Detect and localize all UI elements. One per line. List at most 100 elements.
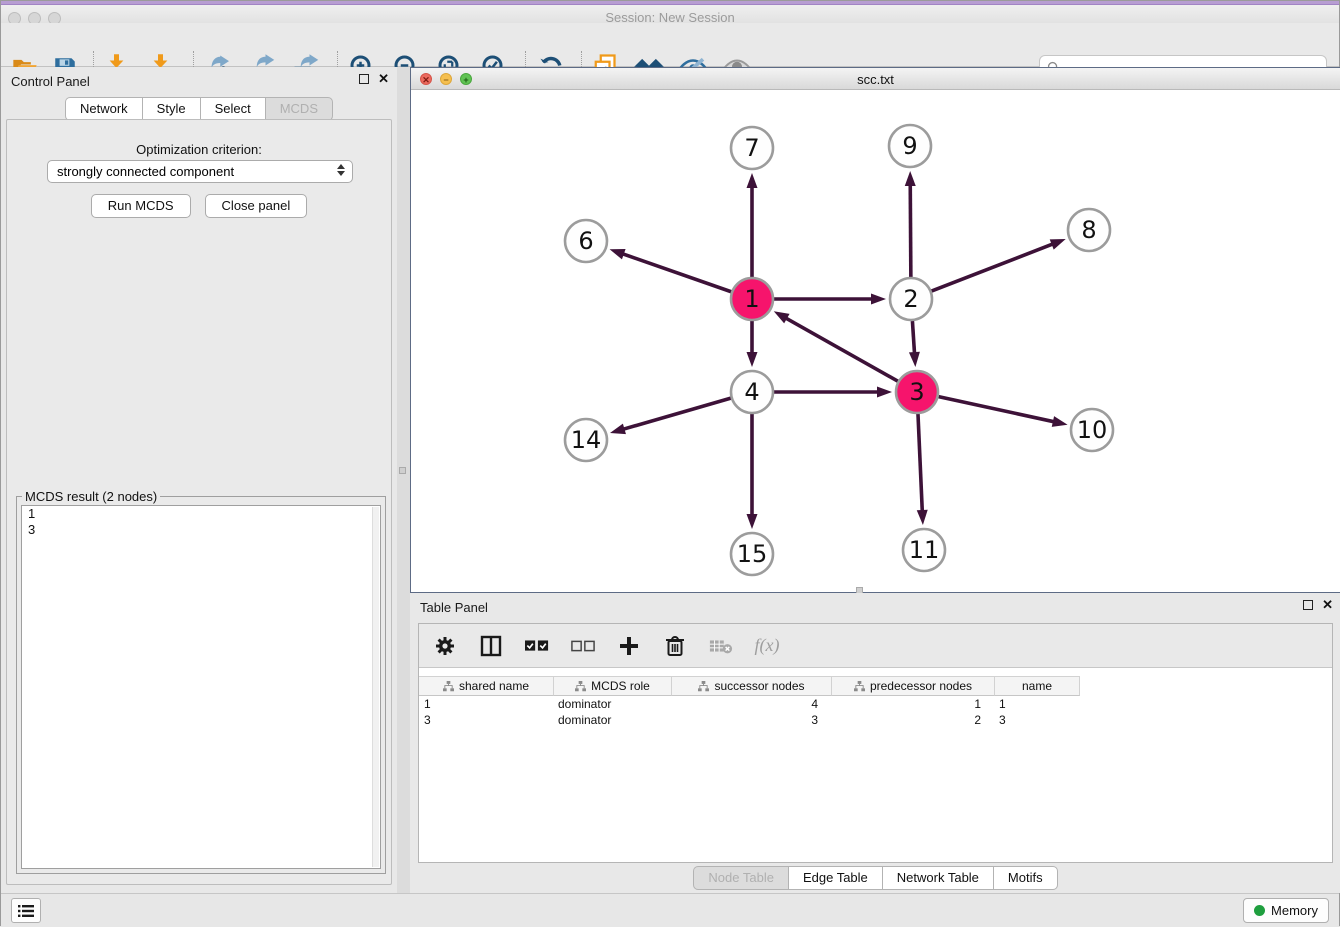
clear-checkboxes-icon[interactable] (571, 634, 595, 658)
table-cell: 1 (995, 696, 1080, 712)
edge-arrowhead-icon (1050, 239, 1066, 250)
memory-status-icon (1254, 905, 1265, 916)
float-panel-icon[interactable] (359, 74, 369, 84)
mcds-result-list[interactable]: 1 3 (21, 505, 381, 869)
tab-edge-table[interactable]: Edge Table (788, 866, 882, 890)
sort-hierarchy-icon (698, 681, 709, 692)
tab-network-table[interactable]: Network Table (882, 866, 993, 890)
mcds-result-groupbox: MCDS result (2 nodes) 1 3 (16, 496, 386, 874)
gear-icon[interactable] (433, 634, 457, 658)
main-toolbar (1, 23, 1339, 67)
list-icon (18, 904, 34, 918)
table-cell: 3 (672, 712, 832, 728)
close-panel-icon[interactable]: ✕ (378, 74, 389, 84)
network-window-titlebar[interactable]: ✕ − + scc.txt (411, 68, 1340, 90)
optimization-criterion-select[interactable]: strongly connected component (47, 160, 353, 183)
table-cell: 3 (995, 712, 1080, 728)
tab-network[interactable]: Network (65, 97, 142, 121)
node-label: 10 (1077, 416, 1108, 444)
column-label: predecessor nodes (870, 679, 972, 693)
node-label: 2 (903, 285, 918, 313)
table-cell: 3 (419, 712, 554, 728)
tab-mcds[interactable]: MCDS (265, 97, 333, 121)
column-header-MCDS-role[interactable]: MCDS role (554, 676, 672, 696)
select-all-checkboxes-icon[interactable] (525, 634, 549, 658)
edge-arrowhead-icon (909, 352, 920, 367)
float-panel-icon[interactable] (1303, 600, 1313, 610)
node-label: 1 (744, 285, 759, 313)
graph-edge-3-10[interactable] (938, 397, 1054, 422)
edge-arrowhead-icon (747, 514, 758, 529)
table-row[interactable]: 3dominator323 (419, 712, 1332, 728)
table-row[interactable]: 1dominator411 (419, 696, 1332, 712)
edge-arrowhead-icon (871, 294, 886, 305)
network-graph-canvas[interactable]: 7968124314101511 (411, 90, 1340, 592)
function-builder-icon[interactable]: f(x) (755, 634, 779, 658)
graph-edge-4-14[interactable] (623, 398, 731, 429)
close-panel-icon[interactable]: ✕ (1322, 600, 1333, 610)
edge-arrowhead-icon (747, 173, 758, 188)
sort-hierarchy-icon (443, 681, 454, 692)
close-panel-button[interactable]: Close panel (205, 194, 308, 218)
node-table-box: f(x) shared name MCDS role successor nodes… (418, 623, 1333, 863)
table-toolbar: f(x) (419, 624, 1332, 668)
node-label: 15 (737, 540, 768, 568)
main-titlebar: Session: New Session (1, 5, 1339, 23)
column-label: MCDS role (591, 679, 650, 693)
edge-arrowhead-icon (877, 387, 892, 398)
graph-edge-3-1[interactable] (785, 318, 898, 382)
select-stepper-icon (337, 164, 345, 176)
node-label: 7 (744, 134, 759, 162)
network-view-window: ✕ − + scc.txt 7968124314101511 (410, 67, 1340, 593)
delete-column-icon[interactable] (663, 634, 687, 658)
edge-arrowhead-icon (747, 352, 758, 367)
tab-select[interactable]: Select (200, 97, 265, 121)
mcds-panel-body: Optimization criterion: strongly connect… (6, 119, 392, 885)
table-cell: 1 (832, 696, 995, 712)
graph-edge-1-6[interactable] (622, 254, 731, 292)
memory-button[interactable]: Memory (1243, 898, 1329, 923)
column-header-name[interactable]: name (995, 676, 1080, 696)
graph-edge-3-11[interactable] (918, 414, 922, 512)
edge-arrowhead-icon (905, 171, 916, 186)
column-label: successor nodes (714, 679, 804, 693)
delete-table-icon[interactable] (709, 634, 733, 658)
table-panel-title: Table Panel (420, 600, 488, 615)
optimization-criterion-value: strongly connected component (57, 164, 234, 179)
divider-handle[interactable] (399, 467, 406, 474)
graph-edge-2-3[interactable] (912, 321, 914, 354)
node-label: 9 (902, 132, 917, 160)
application-window: Session: New Session (0, 0, 1340, 926)
network-title: scc.txt (411, 72, 1340, 87)
list-item[interactable]: 1 (22, 506, 380, 522)
graph-edge-2-9[interactable] (910, 184, 911, 277)
tab-node-table[interactable]: Node Table (693, 866, 788, 890)
tab-style[interactable]: Style (142, 97, 200, 121)
node-table: shared name MCDS role successor nodes prede… (419, 676, 1332, 862)
graph-edge-2-8[interactable] (932, 244, 1054, 291)
tab-motifs[interactable]: Motifs (993, 866, 1058, 890)
sort-hierarchy-icon (575, 681, 586, 692)
column-header-predecessor-nodes[interactable]: predecessor nodes (832, 676, 995, 696)
status-bar: Memory (1, 893, 1339, 927)
edge-arrowhead-icon (610, 249, 626, 259)
node-label: 4 (744, 378, 759, 406)
list-item[interactable]: 3 (22, 522, 380, 538)
split-column-icon[interactable] (479, 634, 503, 658)
column-header-shared-name[interactable]: shared name (419, 676, 554, 696)
task-history-button[interactable] (11, 898, 41, 923)
column-header-successor-nodes[interactable]: successor nodes (672, 676, 832, 696)
panel-divider[interactable] (397, 67, 410, 893)
add-column-icon[interactable] (617, 634, 641, 658)
memory-label: Memory (1271, 903, 1318, 918)
mcds-result-title: MCDS result (2 nodes) (22, 489, 160, 504)
table-cell: 2 (832, 712, 995, 728)
sort-hierarchy-icon (854, 681, 865, 692)
edge-arrowhead-icon (1052, 416, 1068, 427)
column-label: name (1022, 679, 1052, 693)
table-cell: 4 (672, 696, 832, 712)
node-label: 6 (578, 227, 593, 255)
run-mcds-button[interactable]: Run MCDS (91, 194, 191, 218)
scrollbar[interactable] (372, 507, 379, 867)
control-panel: Control Panel ✕ Network Style Select MCD… (1, 67, 397, 893)
